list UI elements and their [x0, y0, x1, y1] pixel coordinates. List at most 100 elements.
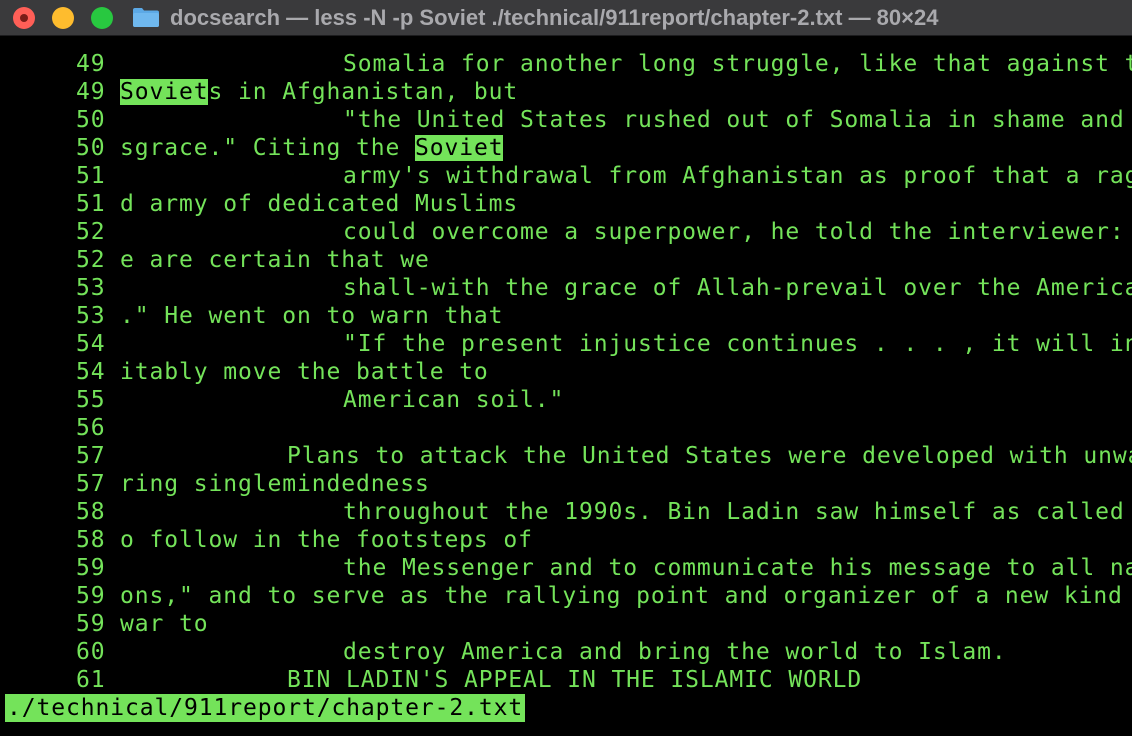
- text-segment: Somalia for another long struggle, like …: [343, 51, 1132, 77]
- line-text: shall-with the grace of Allah-prevail ov…: [343, 274, 1132, 302]
- title-bar[interactable]: docsearch — less -N -p Soviet ./technica…: [0, 0, 1132, 36]
- search-match-highlight: Soviet: [120, 79, 209, 105]
- terminal-line: 54 "If the present injustice continues . …: [0, 330, 1132, 358]
- line-text: "If the present injustice continues . . …: [343, 330, 1132, 358]
- text-segment: "If the present injustice continues . . …: [343, 331, 1132, 357]
- line-text: BIN LADIN'S APPEAL IN THE ISLAMIC WORLD: [287, 666, 862, 694]
- line-number: 49: [76, 79, 106, 105]
- line-number: 51: [76, 191, 106, 217]
- line-text: throughout the 1990s. Bin Ladin saw hims…: [343, 498, 1132, 526]
- text-segment: ons," and to serve as the rallying point…: [120, 583, 1132, 609]
- line-number: 53: [76, 275, 106, 301]
- text-segment: BIN LADIN'S APPEAL IN THE ISLAMIC WORLD: [287, 667, 863, 693]
- terminal-line: 53 shall-with the grace of Allah-prevail …: [0, 274, 1132, 302]
- terminal-line: 50 "the United States rushed out of Somal…: [0, 106, 1132, 134]
- line-text: American soil.": [343, 386, 564, 414]
- line-text: "the United States rushed out of Somalia…: [343, 106, 1132, 134]
- terminal-line: 59 the Messenger and to communicate his m…: [0, 554, 1132, 582]
- line-number: 59: [76, 611, 106, 637]
- terminal-line: 49 Somalia for another long struggle, lik…: [0, 50, 1132, 78]
- line-number: 54: [76, 359, 106, 385]
- line-text: army's withdrawal from Afghanistan as pr…: [343, 162, 1132, 190]
- line-number: 59: [76, 555, 106, 581]
- text-segment: Plans to attack the United States were d…: [287, 443, 1132, 469]
- line-text: sgrace." Citing the Soviet: [120, 134, 504, 162]
- window-title: docsearch — less -N -p Soviet ./technica…: [170, 5, 939, 30]
- line-text: ring singlemindedness: [120, 470, 430, 498]
- text-segment: "the United States rushed out of Somalia…: [343, 107, 1132, 133]
- folder-icon: [133, 8, 159, 27]
- text-segment: e are certain that we: [120, 247, 430, 273]
- line-number: 57: [76, 471, 106, 497]
- line-number: 50: [76, 107, 106, 133]
- terminal-line: 58 o follow in the footsteps of: [0, 526, 1132, 554]
- terminal-line: 57 ring singlemindedness: [0, 470, 1132, 498]
- line-text: ." He went on to warn that: [120, 302, 503, 330]
- line-text: the Messenger and to communicate his mes…: [343, 554, 1132, 582]
- line-text: itably move the battle to: [120, 358, 489, 386]
- line-number: 51: [76, 163, 106, 189]
- line-number: 57: [76, 443, 106, 469]
- line-text: Plans to attack the United States were d…: [287, 442, 1132, 470]
- text-segment: American soil.": [343, 387, 565, 413]
- text-segment: army's withdrawal from Afghanistan as pr…: [343, 163, 1132, 189]
- text-segment: destroy America and bring the world to I…: [343, 639, 1007, 665]
- close-icon[interactable]: [13, 7, 35, 29]
- line-number: 50: [76, 135, 106, 161]
- line-text: destroy America and bring the world to I…: [343, 638, 1007, 666]
- line-number: 56: [76, 415, 106, 441]
- line-number: 59: [76, 583, 106, 609]
- line-number: 52: [76, 219, 106, 245]
- line-number: 49: [76, 51, 106, 77]
- line-text: could overcome a superpower, he told the…: [343, 218, 1132, 246]
- line-text: e are certain that we: [120, 246, 430, 274]
- line-text: ons," and to serve as the rallying point…: [120, 582, 1132, 610]
- line-text: o follow in the footsteps of: [120, 526, 533, 554]
- line-number: 58: [76, 527, 106, 553]
- text-segment: s in Afghanistan, but: [208, 79, 519, 105]
- terminal-line: 60 destroy America and bring the world to…: [0, 638, 1132, 666]
- text-segment: throughout the 1990s. Bin Ladin saw hims…: [343, 499, 1132, 525]
- text-segment: shall-with the grace of Allah-prevail ov…: [343, 275, 1132, 301]
- line-number: 54: [76, 331, 106, 357]
- terminal-line: 58 throughout the 1990s. Bin Ladin saw hi…: [0, 498, 1132, 526]
- line-number: 61: [76, 667, 106, 693]
- zoom-icon[interactable]: [91, 7, 113, 29]
- text-segment: war to: [120, 611, 209, 637]
- terminal-line: 51 d army of dedicated Muslims: [0, 190, 1132, 218]
- terminal-line: 52 could overcome a superpower, he told t…: [0, 218, 1132, 246]
- line-text: war to: [120, 610, 208, 638]
- search-match-highlight: Soviet: [414, 135, 504, 161]
- text-segment: ring singlemindedness: [120, 471, 430, 497]
- text-segment: o follow in the footsteps of: [120, 527, 533, 553]
- terminal-line: 61 BIN LADIN'S APPEAL IN THE ISLAMIC WORL…: [0, 666, 1132, 694]
- terminal-line: 50 sgrace." Citing the Soviet: [0, 134, 1132, 162]
- line-text: Soviets in Afghanistan, but: [120, 78, 518, 106]
- terminal-line: 56: [0, 414, 1132, 442]
- terminal-line: 49 Soviets in Afghanistan, but: [0, 78, 1132, 106]
- text-segment: itably move the battle to: [120, 359, 489, 385]
- line-number: 55: [76, 387, 106, 413]
- terminal-line: 55 American soil.": [0, 386, 1132, 414]
- terminal-line: 59 ons," and to serve as the rallying poi…: [0, 582, 1132, 610]
- minimize-icon[interactable]: [52, 7, 74, 29]
- terminal-content[interactable]: 49 Somalia for another long struggle, lik…: [0, 50, 1132, 694]
- terminal-line: 57 Plans to attack the United States were…: [0, 442, 1132, 470]
- terminal-line: 59 war to: [0, 610, 1132, 638]
- terminal-line: 51 army's withdrawal from Afghanistan as …: [0, 162, 1132, 190]
- terminal-line: 53 ." He went on to warn that: [0, 302, 1132, 330]
- line-text: Somalia for another long struggle, like …: [343, 50, 1132, 78]
- line-number: 58: [76, 499, 106, 525]
- line-text: d army of dedicated Muslims: [120, 190, 518, 218]
- line-number: 52: [76, 247, 106, 273]
- text-segment: ." He went on to warn that: [120, 303, 504, 329]
- text-segment: the Messenger and to communicate his mes…: [343, 555, 1132, 581]
- terminal-line: 52 e are certain that we: [0, 246, 1132, 274]
- terminal-line: 54 itably move the battle to: [0, 358, 1132, 386]
- text-segment: d army of dedicated Muslims: [120, 191, 519, 217]
- less-status-line: ./technical/911report/chapter-2.txt: [5, 694, 526, 722]
- text-segment: sgrace." Citing the: [120, 135, 415, 161]
- text-segment: could overcome a superpower, he told the…: [343, 219, 1132, 245]
- line-number: 53: [76, 303, 106, 329]
- terminal-window: docsearch — less -N -p Soviet ./technica…: [0, 0, 1132, 736]
